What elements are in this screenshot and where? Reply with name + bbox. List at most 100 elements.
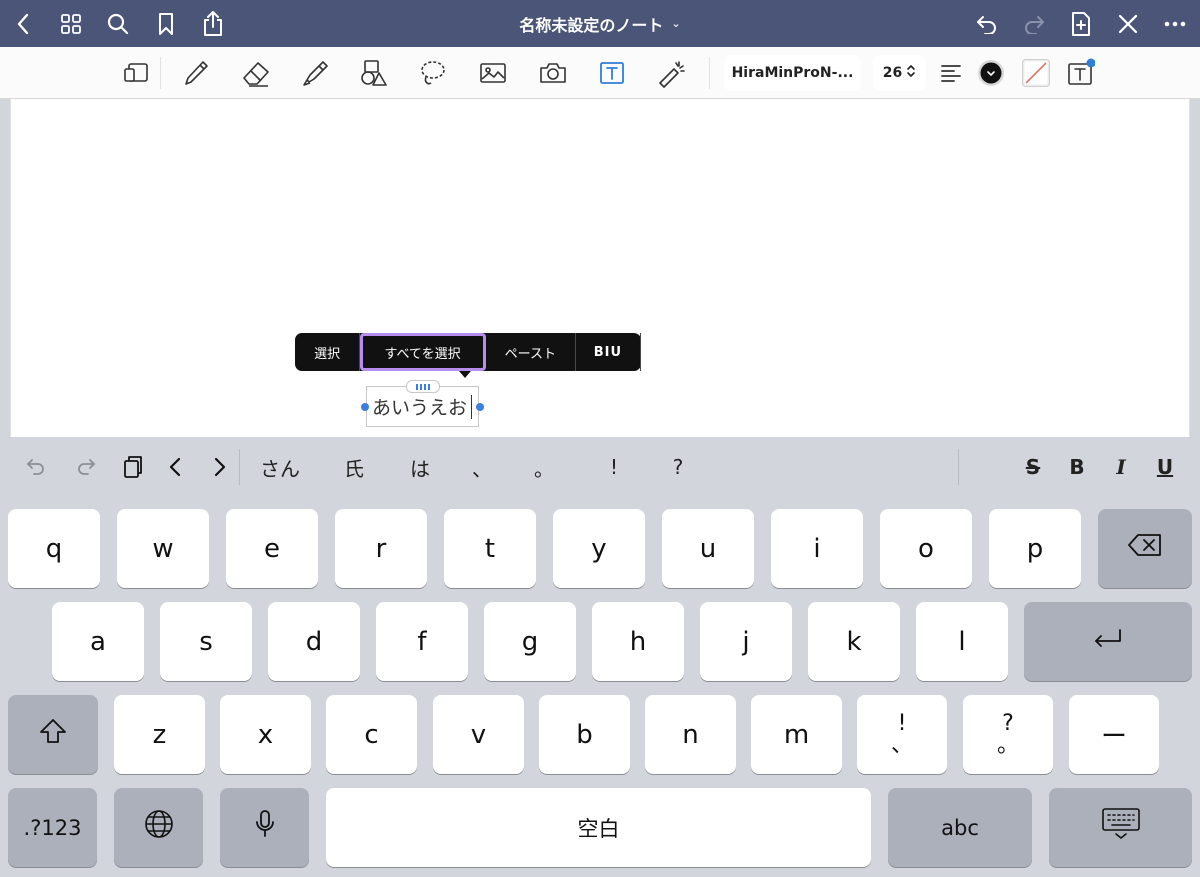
menu-item-select[interactable]: 選択 (295, 333, 361, 371)
key-o[interactable]: o (880, 509, 972, 588)
share-icon[interactable] (198, 0, 228, 47)
font-name-selector[interactable]: HiraMinProN-... (724, 55, 861, 91)
suggestion-item[interactable]: さん (250, 437, 310, 497)
key-y[interactable]: y (553, 509, 645, 588)
key-n[interactable]: n (645, 695, 736, 774)
key-g[interactable]: g (484, 602, 576, 681)
text-cursor (471, 394, 473, 419)
resize-handle-left[interactable] (361, 403, 369, 411)
key-k[interactable]: k (808, 602, 900, 681)
key-l[interactable]: l (916, 602, 1008, 681)
suggestion-item[interactable]: 、 (460, 437, 504, 497)
dismiss-keyboard-key[interactable] (1049, 788, 1192, 867)
kbd-redo-icon[interactable] (68, 437, 102, 497)
suggestion-bar: さん 氏 は 、 。 ! ? S B I U (0, 437, 1200, 497)
suggestion-item[interactable]: 氏 (332, 437, 376, 497)
space-key[interactable]: 空白 (326, 788, 871, 867)
key-z[interactable]: z (114, 695, 205, 774)
return-key[interactable] (1024, 602, 1192, 681)
resize-handle-right[interactable] (476, 403, 484, 411)
camera-icon[interactable] (533, 54, 573, 92)
key-h[interactable]: h (592, 602, 684, 681)
text-color-swatch[interactable] (971, 54, 1011, 92)
key-d[interactable]: d (268, 602, 360, 681)
menu-item-select-all[interactable]: すべてを選択 (360, 333, 486, 371)
key-long-dash[interactable]: ー (1069, 695, 1159, 774)
suggestion-item[interactable]: ! (592, 437, 636, 497)
key-u[interactable]: u (662, 509, 754, 588)
suggestion-item[interactable]: は (398, 437, 442, 497)
key-e[interactable]: e (226, 509, 318, 588)
eraser-icon[interactable] (236, 54, 276, 92)
key-w[interactable]: w (117, 509, 209, 588)
note-canvas[interactable] (10, 99, 1190, 437)
close-icon[interactable] (1113, 0, 1143, 47)
lasso-icon[interactable] (413, 54, 453, 92)
font-size-stepper[interactable]: 26 (873, 55, 926, 91)
italic-button[interactable]: I (1106, 437, 1136, 497)
key-m[interactable]: m (751, 695, 842, 774)
text-box-content: あいうえお (372, 397, 468, 419)
menu-item-biu[interactable]: BIU (576, 333, 641, 371)
font-size: 26 (882, 65, 903, 81)
align-left-icon[interactable] (931, 54, 971, 92)
cursor-left-icon[interactable] (160, 437, 190, 497)
page-layout-icon[interactable] (117, 54, 157, 92)
grid-icon[interactable] (56, 0, 86, 47)
keyboard-dismiss-icon (1101, 807, 1141, 848)
key-q[interactable]: q (8, 509, 100, 588)
key-i[interactable]: i (771, 509, 863, 588)
globe-key[interactable] (114, 788, 203, 867)
strikethrough-button[interactable]: S (1018, 437, 1048, 497)
key-c[interactable]: c (326, 695, 417, 774)
undo-icon[interactable] (972, 0, 1002, 47)
key-exclamation-comma[interactable]: ! 、 (857, 695, 947, 774)
page-title[interactable]: 名称未設定のノート ⌄ (400, 0, 800, 47)
key-a[interactable]: a (52, 602, 144, 681)
chevron-down-icon: ⌄ (671, 17, 681, 30)
shift-key[interactable] (8, 695, 98, 774)
dictation-key[interactable] (220, 788, 309, 867)
more-icon[interactable] (1160, 0, 1190, 47)
key-primary: ? (1002, 710, 1014, 736)
key-p[interactable]: p (989, 509, 1081, 588)
key-j[interactable]: j (700, 602, 792, 681)
shapes-icon[interactable] (354, 54, 394, 92)
suggestion-item[interactable]: 。 (522, 437, 566, 497)
abc-key[interactable]: abc (888, 788, 1032, 867)
clipboard-icon[interactable] (116, 437, 150, 497)
key-x[interactable]: x (220, 695, 311, 774)
move-handle[interactable] (406, 380, 440, 393)
numbers-key[interactable]: .?123 (8, 788, 97, 867)
laser-pointer-icon[interactable] (652, 54, 692, 92)
highlighter-icon[interactable] (295, 54, 335, 92)
menu-item-paste[interactable]: ペースト (486, 333, 576, 371)
text-style-icon[interactable] (1060, 54, 1100, 92)
key-r[interactable]: r (335, 509, 427, 588)
key-secondary: 。 (996, 732, 1019, 758)
key-b[interactable]: b (539, 695, 630, 774)
key-secondary: 、 (890, 732, 913, 758)
pen-icon[interactable] (176, 54, 216, 92)
shift-icon (39, 718, 67, 751)
key-t[interactable]: t (444, 509, 536, 588)
bold-button[interactable]: B (1062, 437, 1092, 497)
delete-key[interactable] (1098, 509, 1192, 588)
bookmark-icon[interactable] (151, 0, 181, 47)
add-page-icon[interactable] (1066, 0, 1096, 47)
key-v[interactable]: v (433, 695, 524, 774)
key-f[interactable]: f (376, 602, 468, 681)
kbd-undo-icon[interactable] (20, 437, 54, 497)
background-color-swatch[interactable] (1016, 54, 1056, 92)
suggestion-item[interactable]: ? (656, 437, 700, 497)
search-icon[interactable] (103, 0, 133, 47)
keyboard: さん 氏 は 、 。 ! ? S B I U q w e r t y u i o… (0, 437, 1200, 877)
key-s[interactable]: s (160, 602, 252, 681)
cursor-right-icon[interactable] (205, 437, 235, 497)
image-icon[interactable] (473, 54, 513, 92)
key-question-period[interactable]: ? 。 (963, 695, 1053, 774)
text-tool-icon[interactable] (592, 54, 632, 92)
redo-icon[interactable] (1019, 0, 1049, 47)
back-chevron-icon[interactable] (8, 0, 38, 47)
underline-button[interactable]: U (1150, 437, 1180, 497)
